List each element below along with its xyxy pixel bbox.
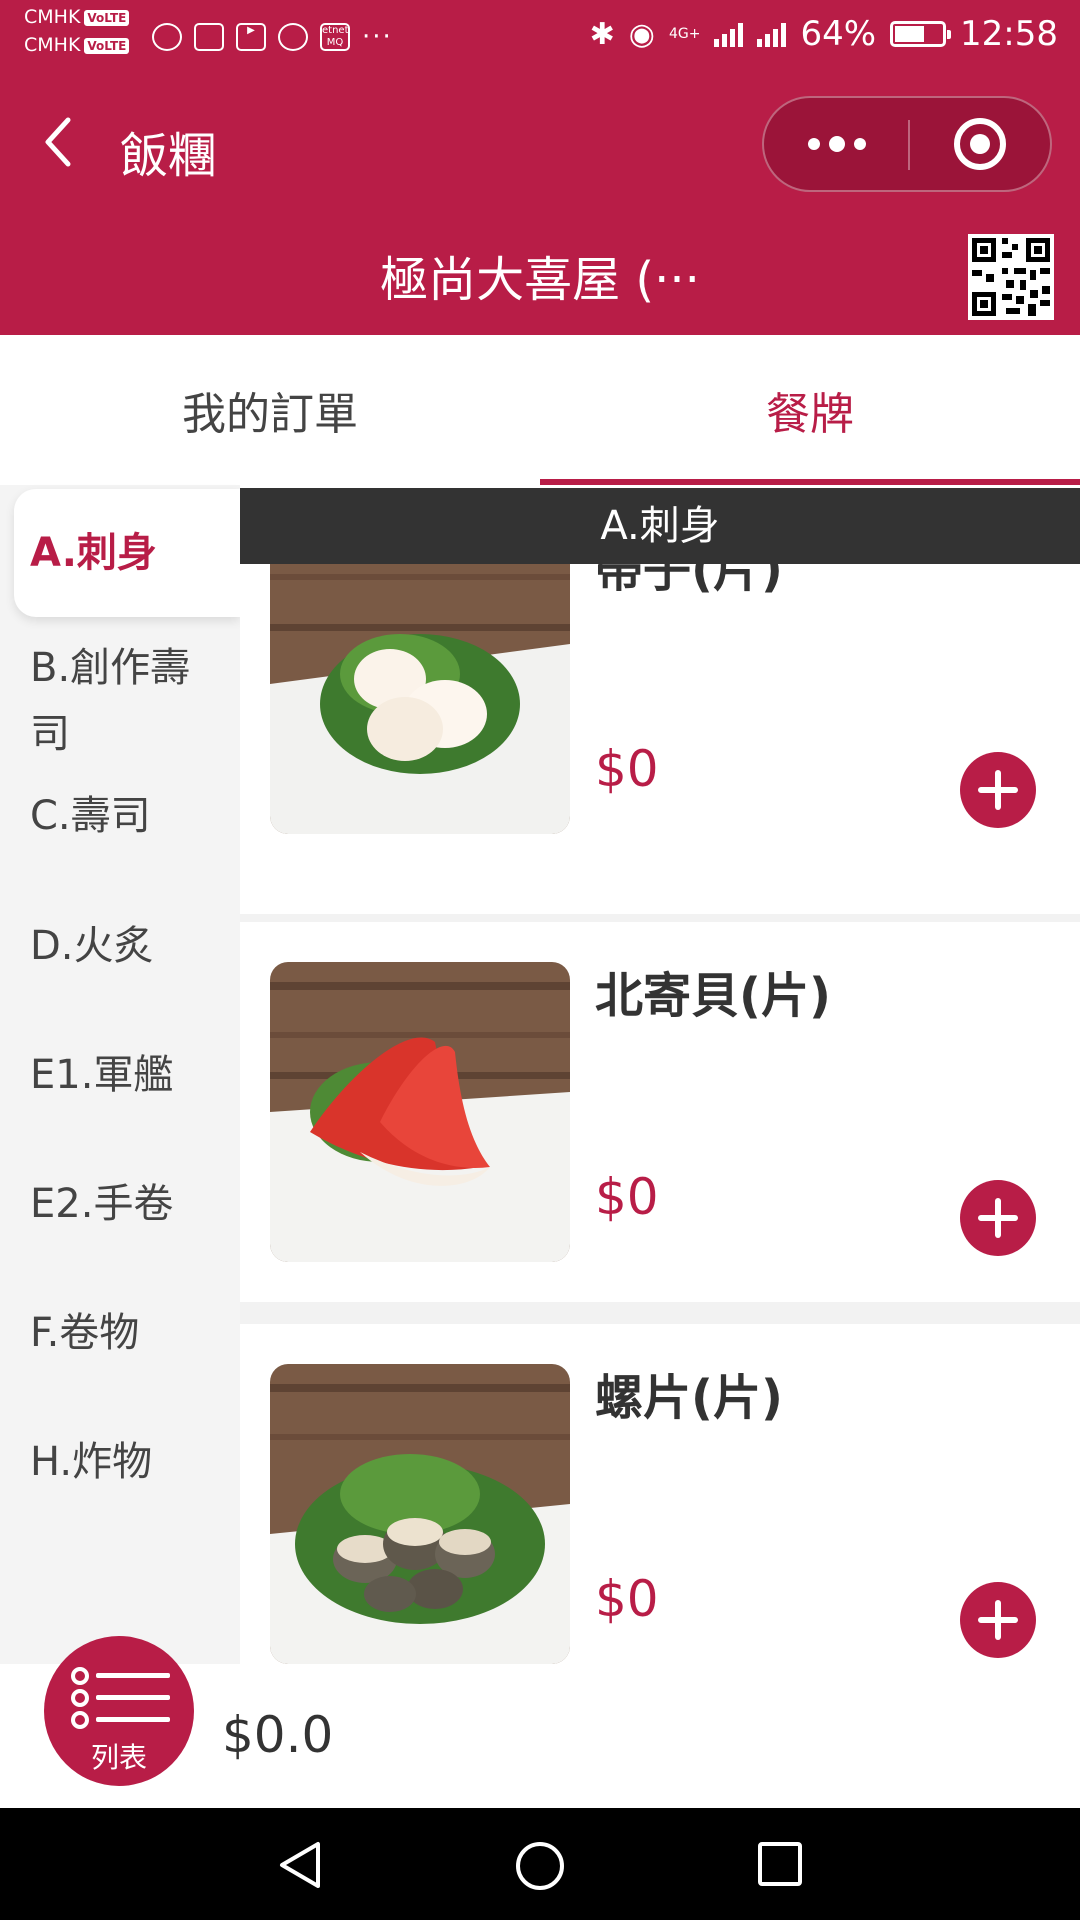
- signal-icon-2: [757, 21, 787, 47]
- recents-nav-icon[interactable]: [756, 1840, 804, 1888]
- more-dot: [807, 138, 820, 150]
- eye-icon: ◉: [628, 16, 655, 52]
- category-maki[interactable]: F.卷物: [30, 1300, 230, 1366]
- tab-menu[interactable]: 餐牌: [540, 335, 1080, 485]
- volte-badge: VoLTE: [84, 9, 130, 26]
- menu-item-card: 帶子(片) $0: [240, 564, 1080, 914]
- volte-badge: VoLTE: [84, 37, 130, 54]
- item-image-surf-clam: [270, 962, 570, 1262]
- home-nav-icon[interactable]: [514, 1840, 566, 1892]
- etnet-icon: etnet MQ: [320, 23, 350, 51]
- shop-name: 極尚大喜屋 (···: [380, 252, 700, 308]
- item-name: 螺片(片): [595, 1370, 783, 1426]
- network-type: 4G+: [668, 26, 701, 42]
- more-dot: [828, 136, 845, 152]
- item-name: 帶子(片): [595, 564, 783, 598]
- header: 飯糰 極尚大喜屋 (···: [0, 80, 1080, 335]
- battery-percent: 64%: [800, 14, 877, 54]
- item-price: $0: [595, 740, 659, 798]
- c-app-icon: [278, 23, 308, 51]
- cart-total: $0.0: [222, 1706, 334, 1764]
- item-price: $0: [595, 1570, 659, 1628]
- signal-icon: [714, 21, 744, 47]
- category-aburi[interactable]: D.火炙: [30, 913, 230, 979]
- mini-program-capsule: [762, 96, 1052, 192]
- chevron-left-icon: [45, 117, 71, 167]
- more-dot: [853, 138, 866, 150]
- more-notifications-icon: ···: [362, 22, 393, 52]
- clock: 12:58: [960, 14, 1058, 54]
- page-title: 飯糰: [120, 128, 217, 184]
- category-sushi[interactable]: C.壽司: [30, 783, 230, 849]
- wechat-icon: [152, 23, 182, 51]
- item-price: $0: [595, 1168, 659, 1226]
- back-button[interactable]: [36, 112, 86, 172]
- category-creative-sushi[interactable]: B.創作壽司: [30, 635, 210, 767]
- add-to-cart-button[interactable]: [960, 752, 1036, 828]
- carrier-2: CMHK VoLTE: [24, 34, 130, 57]
- close-mini-program-button[interactable]: [954, 118, 1006, 170]
- item-name: 北寄貝(片): [595, 968, 831, 1024]
- category-sashimi[interactable]: A.刺身: [14, 489, 240, 617]
- youtube-icon: ▶: [236, 23, 266, 51]
- system-status: ✱ ◉ 4G+ 64% 12:58: [590, 14, 1058, 54]
- section-header: A.刺身: [240, 488, 1080, 564]
- category-gunkan[interactable]: E1.軍艦: [30, 1042, 230, 1108]
- battery-icon: [890, 21, 952, 47]
- qr-code-icon[interactable]: [968, 234, 1054, 320]
- more-options-button[interactable]: [764, 98, 909, 190]
- category-handroll[interactable]: E2.手卷: [30, 1171, 230, 1237]
- category-fried[interactable]: H.炸物: [30, 1429, 230, 1495]
- capsule-divider: [908, 120, 910, 170]
- cart-list-button[interactable]: 列表: [44, 1636, 194, 1786]
- news-icon: [194, 23, 224, 51]
- list-icon: [71, 1667, 170, 1729]
- menu-item-card: 北寄貝(片) $0: [240, 922, 1080, 1302]
- add-to-cart-button[interactable]: [960, 1180, 1036, 1256]
- item-image-whelk: [270, 1364, 570, 1664]
- menu-item-list[interactable]: 帶子(片) $0 北寄貝(片) $0 螺片(片) $0: [240, 564, 1080, 1664]
- cart-button-label: 列表: [90, 1741, 147, 1774]
- item-image-scallop: [270, 564, 570, 834]
- back-nav-icon[interactable]: [276, 1840, 326, 1890]
- menu-item-card: 螺片(片) $0: [240, 1324, 1080, 1664]
- status-bar: CMHK VoLTE CMHK VoLTE ▶ etnet MQ ··· ✱ ◉ 4…: [0, 0, 1080, 80]
- add-to-cart-button[interactable]: [960, 1582, 1036, 1658]
- tab-my-orders[interactable]: 我的訂單: [0, 335, 540, 485]
- bluetooth-icon: ✱: [589, 16, 615, 52]
- tab-bar: 我的訂單 餐牌: [0, 335, 1080, 485]
- notification-icons: ▶ etnet MQ ···: [152, 22, 393, 52]
- carrier-1: CMHK VoLTE: [24, 6, 130, 29]
- category-sidebar: A.刺身 B.創作壽司 C.壽司 D.火炙 E1.軍艦 E2.手卷 F.卷物 H…: [0, 485, 240, 1665]
- active-tab-indicator: [540, 479, 1080, 485]
- system-nav-bar: [0, 1808, 1080, 1920]
